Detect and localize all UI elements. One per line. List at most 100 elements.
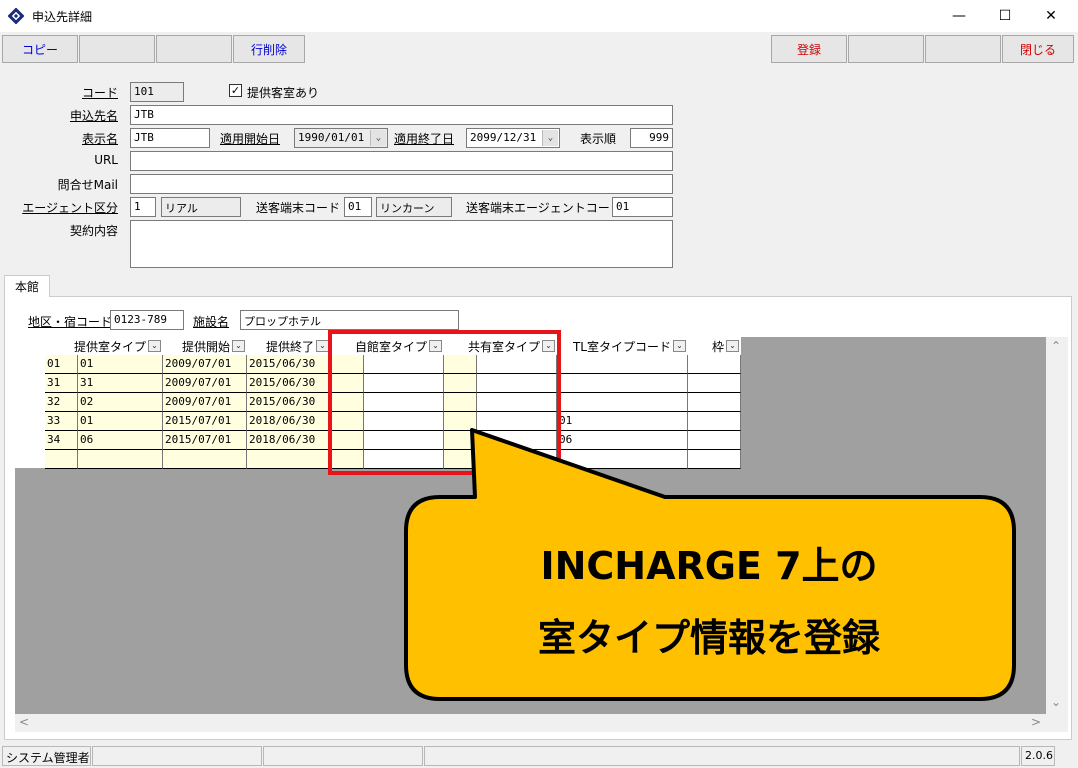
callout-line-2: 室タイプ情報を登録 xyxy=(537,616,880,660)
grid-cell[interactable] xyxy=(557,374,688,393)
area-code-field[interactable]: 0123-789 xyxy=(110,310,184,330)
grid-cell[interactable] xyxy=(78,450,163,469)
chevron-down-icon[interactable]: ⌄ xyxy=(370,130,386,146)
grid-cell[interactable] xyxy=(688,393,741,412)
grid-cell[interactable]: 2009/07/01 xyxy=(163,355,247,374)
close-button[interactable]: 閉じる xyxy=(1002,35,1074,63)
grid-cell[interactable] xyxy=(247,450,331,469)
callout-text: INCHARGE 7上の 室タイプ情報を登録 xyxy=(420,530,998,674)
display-name-label: 表示名 xyxy=(81,132,118,146)
facility-name-field[interactable]: プロップホテル xyxy=(240,310,459,330)
toolbar-empty-button-4[interactable] xyxy=(925,35,1001,63)
header-label: 提供開始 xyxy=(181,339,230,354)
terminal-code-field[interactable]: 01 xyxy=(344,197,372,217)
terminal-agent-code-label: 送客端末エージェントコード xyxy=(466,201,622,215)
terminal-name-field: リンカーン xyxy=(376,197,452,217)
header-provided-room-type[interactable]: 提供室タイプ ⌄ xyxy=(45,337,163,355)
scroll-left-icon[interactable]: < xyxy=(19,715,29,729)
row-selector[interactable] xyxy=(15,450,45,469)
grid-cell[interactable]: 2018/06/30 xyxy=(247,431,331,450)
header-end[interactable]: 提供終了 ⌄ xyxy=(247,337,331,355)
status-panel-4 xyxy=(424,746,1020,766)
maximize-button[interactable]: ☐ xyxy=(982,0,1028,32)
row-selector[interactable] xyxy=(15,431,45,450)
grid-cell[interactable] xyxy=(557,393,688,412)
grid-cell[interactable]: 31 xyxy=(45,374,78,393)
horizontal-scrollbar[interactable]: < > xyxy=(15,714,1068,732)
toolbar-empty-button-2[interactable] xyxy=(156,35,232,63)
window-title: 申込先詳細 xyxy=(32,10,93,24)
grid-cell[interactable]: 01 xyxy=(45,355,78,374)
grid-cell[interactable] xyxy=(163,450,247,469)
applicant-field[interactable]: JTB xyxy=(130,105,673,125)
grid-cell[interactable]: 33 xyxy=(45,412,78,431)
end-date-field[interactable]: 2099/12/31 ⌄ xyxy=(466,128,560,148)
terminal-agent-code-field[interactable]: 01 xyxy=(612,197,673,217)
row-selector[interactable] xyxy=(15,412,45,431)
grid-cell[interactable] xyxy=(45,450,78,469)
tab-main-building[interactable]: 本館 xyxy=(4,275,50,297)
row-selector[interactable] xyxy=(15,355,45,374)
chevron-down-icon[interactable]: ⌄ xyxy=(542,130,558,146)
toolbar-empty-button-3[interactable] xyxy=(848,35,924,63)
grid-cell[interactable]: 2009/07/01 xyxy=(163,393,247,412)
column-filter-icon[interactable]: ⌄ xyxy=(232,340,245,352)
grid-cell[interactable]: 2015/06/30 xyxy=(247,374,331,393)
area-code-label: 地区・宿コード xyxy=(28,315,113,329)
delete-row-button[interactable]: 行削除 xyxy=(233,35,305,63)
register-button[interactable]: 登録 xyxy=(771,35,847,63)
grid-cell[interactable]: 06 xyxy=(78,431,163,450)
agent-name-field: リアル xyxy=(161,197,241,217)
grid-cell[interactable]: 2015/06/30 xyxy=(247,393,331,412)
grid-cell[interactable]: 31 xyxy=(78,374,163,393)
contract-label: 契約内容 xyxy=(69,224,118,238)
grid-cell[interactable]: 2015/07/01 xyxy=(163,412,247,431)
header-quota[interactable]: 枠 ⌄ xyxy=(688,337,741,355)
header-start[interactable]: 提供開始 ⌄ xyxy=(163,337,247,355)
grid-cell[interactable]: 2009/07/01 xyxy=(163,374,247,393)
grid-cell[interactable]: 01 xyxy=(78,355,163,374)
grid-cell[interactable] xyxy=(557,355,688,374)
start-date-label: 適用開始日 xyxy=(220,132,281,146)
minimize-button[interactable]: — xyxy=(936,0,982,32)
url-label: URL xyxy=(94,153,118,167)
url-field[interactable] xyxy=(130,151,673,171)
column-filter-icon[interactable]: ⌄ xyxy=(673,340,686,352)
grid-cell[interactable]: 2018/06/30 xyxy=(247,412,331,431)
agent-category-label: エージェント区分 xyxy=(22,201,118,215)
column-filter-icon[interactable]: ⌄ xyxy=(726,340,739,352)
applicant-label: 申込先名 xyxy=(69,109,118,123)
contract-field[interactable] xyxy=(130,220,673,268)
grid-cell[interactable] xyxy=(688,355,741,374)
grid-cell[interactable]: 34 xyxy=(45,431,78,450)
grid-cell[interactable]: 02 xyxy=(78,393,163,412)
row-selector[interactable] xyxy=(15,374,45,393)
start-date-field[interactable]: 1990/01/01 ⌄ xyxy=(294,128,388,148)
code-field[interactable]: 101 xyxy=(130,82,184,102)
header-tl-room-type-code[interactable]: TL室タイプコード ⌄ xyxy=(557,337,688,355)
scroll-down-icon[interactable]: ⌄ xyxy=(1051,695,1061,709)
start-date-value: 1990/01/01 xyxy=(298,131,365,144)
scroll-right-icon[interactable]: > xyxy=(1031,715,1041,729)
display-order-field[interactable]: 999 xyxy=(630,128,673,148)
grid-cell[interactable]: 01 xyxy=(78,412,163,431)
toolbar-empty-button-1[interactable] xyxy=(79,35,155,63)
vertical-scrollbar[interactable]: ⌃ ⌄ xyxy=(1046,337,1068,718)
grid-cell[interactable] xyxy=(688,374,741,393)
status-panel-3 xyxy=(263,746,423,766)
provided-rooms-checkbox[interactable]: ✓ xyxy=(229,84,242,97)
grid-cell[interactable]: 2015/06/30 xyxy=(247,355,331,374)
mail-field[interactable] xyxy=(130,174,673,194)
status-version: 2.0.6 xyxy=(1021,746,1055,766)
mail-label: 問合せMail xyxy=(57,178,118,192)
copy-button[interactable]: コピー xyxy=(2,35,78,63)
scroll-up-icon[interactable]: ⌃ xyxy=(1051,339,1061,353)
row-selector[interactable] xyxy=(15,393,45,412)
column-filter-icon[interactable]: ⌄ xyxy=(148,340,161,352)
close-window-button[interactable]: ✕ xyxy=(1028,0,1074,32)
grid-cell[interactable]: 2015/07/01 xyxy=(163,431,247,450)
display-name-field[interactable]: JTB xyxy=(130,128,210,148)
grid-cell[interactable]: 32 xyxy=(45,393,78,412)
agent-code-field[interactable]: 1 xyxy=(130,197,156,217)
code-label: コード xyxy=(81,86,118,100)
